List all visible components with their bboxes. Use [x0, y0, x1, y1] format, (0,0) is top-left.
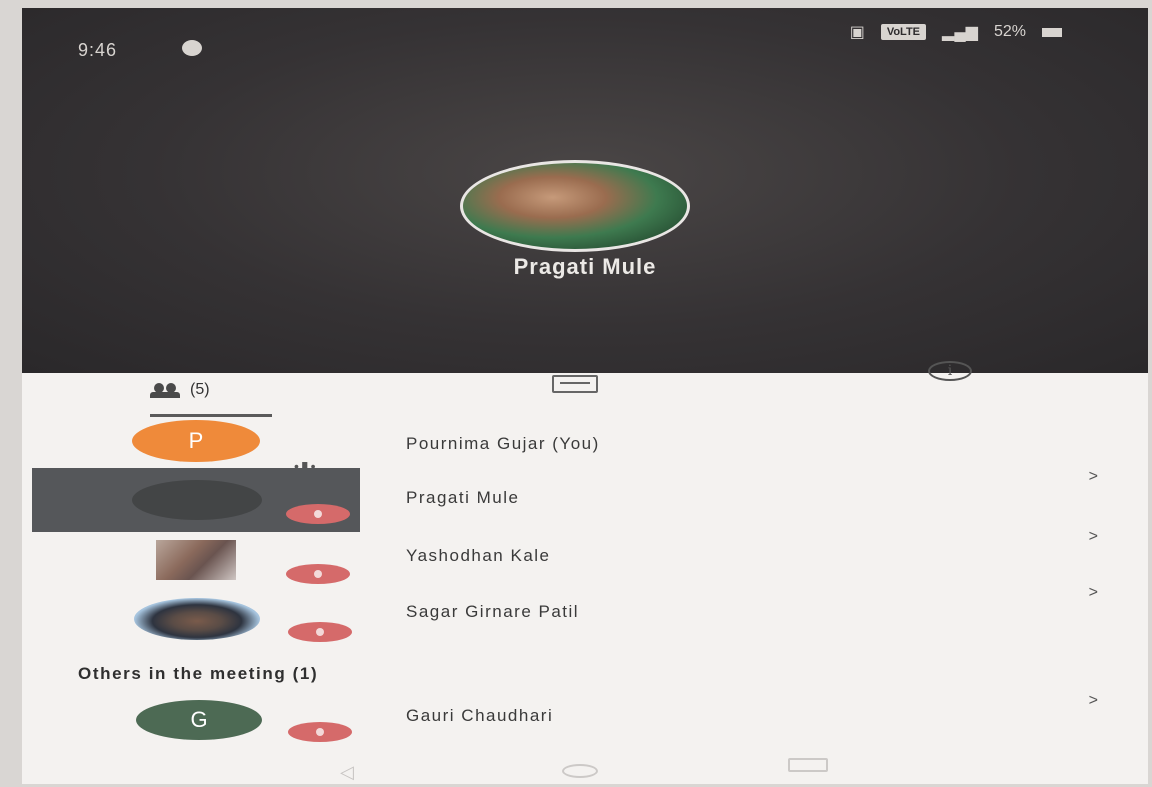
participant-name: Yashodhan Kale [406, 546, 551, 565]
chevron-right-icon[interactable]: > [1089, 584, 1098, 602]
participant-name: Pournima Gujar (You) [406, 434, 600, 453]
chevron-right-icon[interactable]: > [1089, 468, 1098, 486]
participant-row[interactable]: Yashodhan Kale > [22, 528, 1148, 598]
others-section-label: Others in the meeting (1) [78, 664, 319, 683]
active-speaker-video[interactable]: 9:46 ▣ VoLTE ▂▄▆ 52% Pragati Mule [22, 8, 1148, 373]
avatar-initial: G [190, 707, 208, 732]
info-icon[interactable]: i [928, 361, 972, 381]
status-right: ▣ VoLTE ▂▄▆ 52% [850, 22, 1062, 42]
tab-bar: (5) i [22, 361, 1148, 421]
tab-people[interactable]: (5) [150, 381, 210, 399]
avatar: G [136, 700, 262, 740]
participant-name: Sagar Girnare Patil [406, 602, 580, 621]
status-time: 9:46 [78, 40, 118, 60]
recents-icon[interactable] [788, 758, 828, 772]
system-nav-bar: ◁ [22, 744, 1148, 784]
mic-off-icon [288, 722, 352, 742]
notification-icon [182, 40, 202, 56]
participant-row[interactable]: Pragati Mule > [22, 468, 1148, 540]
status-bar: 9:46 ▣ VoLTE ▂▄▆ 52% [22, 8, 1148, 68]
signal-icon: ▂▄▆ [942, 24, 978, 41]
participant-row[interactable]: Sagar Girnare Patil > [22, 584, 1148, 652]
active-tab-indicator [150, 414, 272, 417]
sim-icon: ▣ [849, 24, 865, 41]
chevron-right-icon[interactable]: > [1089, 528, 1098, 546]
avatar: P [132, 420, 260, 462]
battery-icon [1042, 27, 1062, 37]
speaker-name: Pragati Mule [513, 254, 657, 279]
avatar-initial: P [188, 428, 204, 453]
chevron-right-icon[interactable]: > [1089, 692, 1098, 710]
meet-screen: 9:46 ▣ VoLTE ▂▄▆ 52% Pragati Mule (5) i … [22, 8, 1148, 784]
people-icon [150, 383, 180, 398]
participant-name: Gauri Chaudhari [406, 706, 554, 725]
back-icon[interactable]: ◁ [340, 762, 354, 783]
people-count: (5) [190, 381, 210, 398]
participant-name: Pragati Mule [406, 488, 520, 507]
volte-badge: VoLTE [880, 24, 927, 40]
speaker-avatar [460, 160, 690, 252]
battery-text: 52% [993, 23, 1026, 40]
home-icon[interactable] [562, 764, 598, 778]
chat-icon[interactable] [552, 375, 598, 393]
